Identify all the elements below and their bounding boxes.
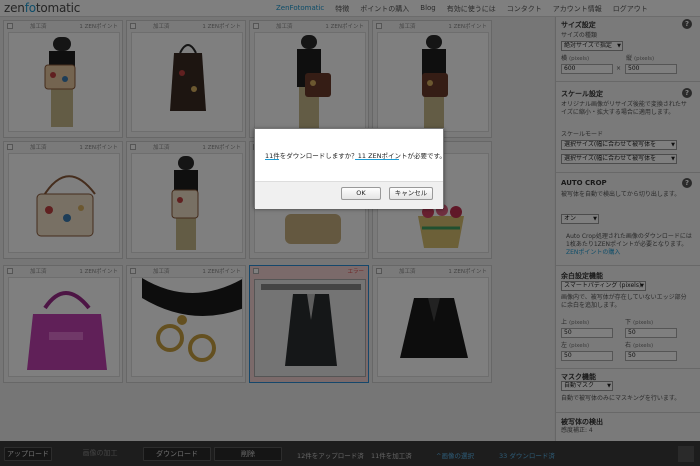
modal-overlay [0, 0, 700, 466]
underline [265, 159, 279, 160]
cancel-button[interactable]: キャンセル [389, 187, 433, 200]
confirm-dialog: 11件をダウンロードしますか？11 ZENポイントが必要です。 OK キャンセル [254, 128, 446, 209]
ok-button[interactable]: OK [341, 187, 381, 200]
underline [355, 159, 399, 160]
